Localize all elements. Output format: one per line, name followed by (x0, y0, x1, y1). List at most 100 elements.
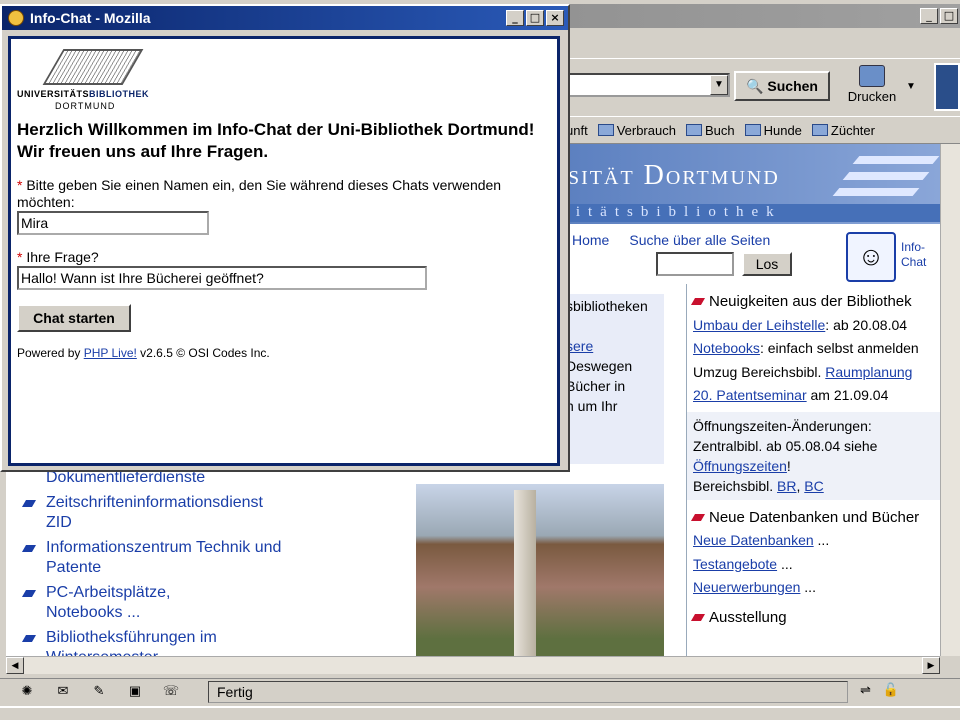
nav-home-link[interactable]: Home (572, 232, 609, 248)
middle-link[interactable]: sere (566, 336, 660, 356)
logo-uni-text: UNIVERSITÄTS (17, 89, 90, 99)
logo-bib-text: BIBLIOTHEK (89, 89, 150, 99)
folder-icon (685, 124, 702, 136)
site-search-input[interactable] (656, 252, 734, 276)
list-item-label: Bibliotheksführungen im Wintersemester (46, 629, 217, 656)
db-link[interactable]: Neue Datenbanken (693, 532, 814, 548)
hours-text: Öffnungszeiten-Änderungen: (693, 417, 872, 434)
url-combobox[interactable]: ▼ (560, 73, 730, 97)
list-item[interactable]: Bibliotheksführungen im Wintersemester (21, 628, 314, 656)
question-input[interactable] (17, 266, 427, 290)
minimize-button[interactable]: _ (920, 8, 938, 24)
browser-throbber-logo (934, 63, 960, 111)
news-link[interactable]: 20. Patentseminar (693, 387, 807, 403)
news-text: : ab 20.08.04 (825, 316, 908, 333)
required-asterisk: * (17, 249, 23, 265)
list-item[interactable]: Zeitschrifteninformationsdienst ZID (21, 493, 314, 533)
middle-text: sbibliotheken (566, 298, 648, 314)
print-button-label: Drucken (847, 89, 897, 104)
db-link[interactable]: Neuerwerbungen (693, 579, 800, 595)
middle-text: n um Ihr (566, 398, 618, 414)
news-link[interactable]: Notebooks (693, 340, 760, 356)
news-text: am 21.09.04 (806, 387, 889, 403)
info-chat-label-2: Chat (901, 255, 927, 269)
welcome-line-1: Herzlich Willkommen im Info-Chat der Uni… (17, 120, 535, 139)
bookmark-item[interactable]: Verbrauch (597, 123, 676, 138)
print-dropdown-icon[interactable]: ▼ (906, 81, 916, 92)
logo-text: UNIVERSITÄTSBIBLIOTHEK (17, 89, 149, 99)
maximize-button[interactable]: □ (940, 8, 958, 24)
info-chat-icon[interactable]: ☺ (846, 232, 896, 282)
db-link[interactable]: Testangebote (693, 556, 777, 572)
status-text: Fertig (208, 681, 848, 703)
folder-icon (597, 124, 614, 136)
maximize-button[interactable]: □ (526, 10, 544, 26)
minimize-button[interactable]: _ (506, 10, 524, 26)
middle-column: sbibliotheken sere Deswegen Bücher in n … (562, 294, 664, 464)
search-button-label: Suchen (767, 78, 818, 94)
banner-subtitle: sitätsbibliothek (562, 204, 940, 222)
vertical-scrollbar[interactable] (940, 144, 960, 656)
list-item[interactable]: PC-Arbeitsplätze, Notebooks ... (21, 583, 314, 623)
info-chat-link[interactable]: Info- Chat (901, 240, 926, 270)
addressbook-icon[interactable]: ▣ (122, 683, 148, 701)
search-icon: 🔍 (745, 77, 764, 94)
bookmark-item[interactable]: Hunde (744, 123, 802, 138)
horizontal-scrollbar[interactable]: ◀ ▶ (6, 656, 940, 674)
scroll-right-icon[interactable]: ▶ (922, 657, 940, 674)
chat-window-title: Info-Chat - Mozilla (30, 10, 151, 26)
exhibition-label: Ausstellung (709, 608, 787, 626)
hours-text: Zentralbibl. ab 05.08.04 siehe (693, 437, 878, 454)
search-button[interactable]: 🔍 Suchen (734, 71, 830, 101)
print-button[interactable]: Drucken (842, 65, 902, 104)
library-logo: UNIVERSITÄTSBIBLIOTHEK DORTMUND (17, 43, 157, 117)
chat-titlebar: Info-Chat - Mozilla _ □ × (2, 6, 568, 30)
connection-icon: ⇌ (860, 682, 871, 697)
start-chat-button[interactable]: Chat starten (17, 304, 131, 332)
bullet-icon (21, 635, 37, 642)
bc-link[interactable]: BC (804, 478, 823, 494)
middle-text: Deswegen (566, 358, 633, 374)
bullet-icon (690, 613, 706, 621)
news-heading-label: Neuigkeiten aus der Bibliothek (709, 293, 912, 310)
site-search-button[interactable]: Los (742, 252, 792, 276)
folder-icon (744, 124, 761, 136)
close-button[interactable]: × (546, 10, 564, 26)
news-item: Notebooks: einfach selbst anmelden (693, 337, 934, 361)
hours-text: Bereichsbibl. (693, 477, 778, 494)
list-item-label: Informationszentrum Technik und Patente (46, 539, 282, 576)
bullet-icon (21, 545, 37, 552)
powered-by-text: Powered by PHP Live! v2.6.5 © OSI Codes … (17, 346, 557, 360)
name-input[interactable] (17, 211, 209, 235)
list-item[interactable]: Informationszentrum Technik und Patente (21, 538, 314, 578)
powered-post: v2.6.5 © OSI Codes Inc. (136, 346, 270, 360)
name-label-text: Bitte geben Sie einen Namen ein, den Sie… (17, 177, 502, 210)
question-label-text: Ihre Frage? (26, 249, 99, 265)
br-link[interactable]: BR (777, 478, 796, 494)
page-nav: Home Suche über alle Seiten (572, 232, 770, 248)
news-heading: Neuigkeiten aus der Bibliothek (690, 290, 934, 314)
bookmark-item[interactable]: Züchter (811, 123, 875, 138)
composer-icon[interactable]: ✎ (86, 683, 112, 701)
bullet-icon (21, 590, 37, 597)
bullet-icon (690, 513, 706, 521)
php-live-link[interactable]: PHP Live! (84, 346, 137, 360)
info-chat-label-1: Info- (901, 240, 926, 254)
chat-icon[interactable]: ☏ (158, 683, 184, 701)
nav-search-link[interactable]: Suche über alle Seiten (629, 232, 770, 248)
chevron-down-icon[interactable]: ▼ (710, 75, 728, 95)
middle-text: Bücher in (566, 378, 626, 394)
photo-tower (514, 490, 536, 656)
list-item-label: Zeitschrifteninformationsdienst ZID (46, 494, 263, 531)
exhibition-heading: Ausstellung (690, 606, 934, 630)
required-asterisk: * (17, 177, 23, 193)
opening-hours-link[interactable]: Öffnungszeiten (693, 458, 787, 474)
scroll-left-icon[interactable]: ◀ (6, 657, 24, 674)
bookmark-item[interactable]: Buch (685, 123, 735, 138)
news-link[interactable]: Umbau der Leihstelle (693, 317, 825, 333)
news-item: 20. Patentseminar am 21.09.04 (693, 384, 934, 408)
security-icon: 🔓 (882, 682, 900, 697)
news-link[interactable]: Raumplanung (825, 364, 912, 380)
navigator-icon[interactable]: ✺ (14, 683, 40, 701)
mail-icon[interactable]: ✉ (50, 683, 76, 701)
